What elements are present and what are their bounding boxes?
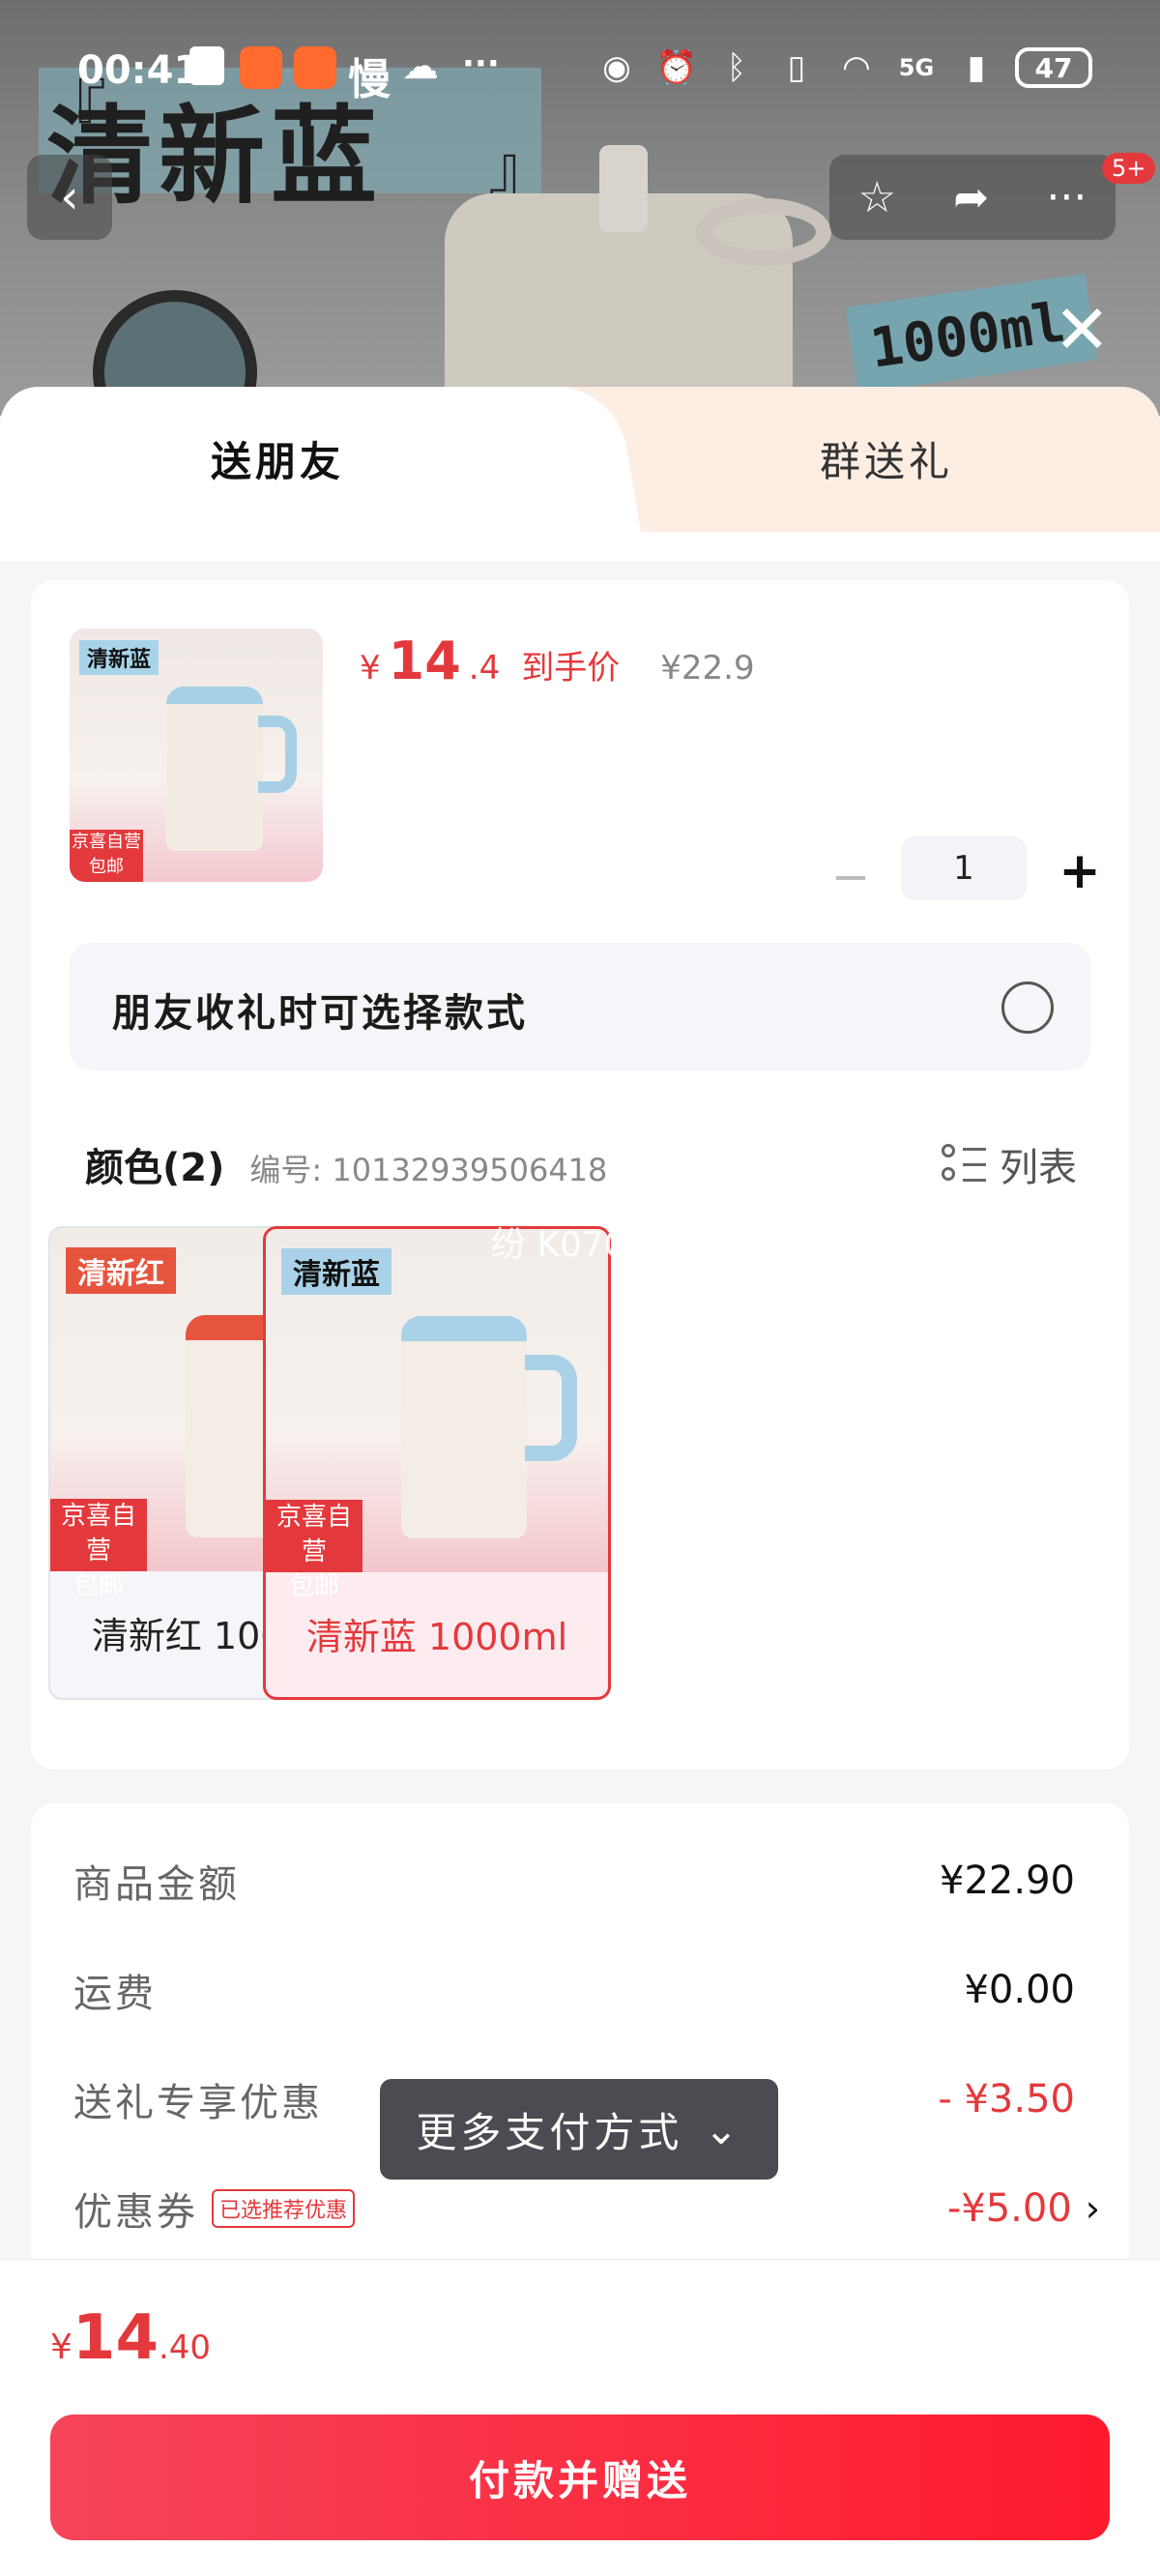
thumb-badge-line2: 包邮 [89,857,124,877]
color-title: 颜色(2) [85,1146,225,1190]
status-time: 00:41 [77,48,201,93]
thumb-badge-line1: 京喜自营 [72,832,141,852]
close-icon[interactable]: ✕ [1054,290,1111,369]
variant-cup [401,1316,527,1538]
thumb-tag: 清新蓝 [79,640,160,675]
list-view-button[interactable]: 列表 [942,1136,1077,1192]
fee-value: ¥0.00 [964,1968,1075,2012]
price-label: 到手价 [521,649,621,688]
total-decimal: .40 [158,2328,212,2367]
back-button[interactable]: ‹ [27,155,112,240]
fee-label: 送礼专享优惠 [73,2081,323,2125]
thumb-cup-image [166,687,263,851]
tab-group-gift[interactable]: 群送礼 [820,429,953,488]
battery-icon: 47 [1015,47,1092,88]
app-notification-icon [240,46,282,89]
quantity-increase-button[interactable]: + [1056,846,1104,897]
vibrate-icon: ▯ [787,48,806,87]
alarm-icon: ⏰ [655,48,698,87]
price-integer: 14 [388,630,461,691]
share-icon[interactable]: ➦ [953,173,989,222]
quantity-decrease-button[interactable]: − [831,854,870,900]
fee-label: 商品金额 [73,1862,240,1907]
wechat-icon: ☁ [402,44,439,87]
fee-label: 运费 [73,1972,157,2016]
variant-option-blue[interactable]: 清新蓝 京喜自营 包邮 清新蓝 1000ml [263,1226,611,1700]
recipient-choose-style-radio[interactable] [1001,981,1054,1034]
variant-cup-handle [525,1355,577,1461]
variant-badge: 京喜自营 包邮 [266,1500,362,1601]
variant-tag: 清新蓝 [281,1248,392,1295]
more-icon[interactable]: ··· [1046,173,1087,222]
coupon-value-group: -¥5.00 › [947,2186,1100,2231]
sheet-divider [0,532,1160,561]
color-section-header: 颜色(2) 编号: 10132939506418 [85,1136,607,1192]
fee-label: 优惠券 已选推荐优惠 [73,2181,356,2237]
fee-value: - ¥3.50 [938,2077,1075,2122]
fee-value: ¥22.90 [940,1859,1075,1903]
variant-badge: 京喜自营 包邮 [50,1499,147,1600]
fee-value: -¥5.00 [946,2186,1072,2231]
product-thumbnail[interactable]: 清新蓝 京喜自营 包邮 [70,629,323,882]
wifi-icon: ◠ [842,48,871,87]
pay-and-send-button[interactable]: 付款并赠送 [50,2415,1110,2540]
variant-overlay-text: 纷 K0700 [491,1225,649,1265]
chevron-right-icon: › [1085,2187,1100,2230]
variant-badge-line1: 京喜自营 [60,1502,136,1566]
more-payment-methods-button[interactable]: 更多支付方式 ⌄ [380,2079,778,2180]
eye-icon: ◉ [602,48,631,87]
list-icon [942,1142,986,1186]
variant-tag: 清新红 [66,1247,176,1294]
more-notifications-icon: ··· [462,44,500,83]
variant-image: 清新蓝 京喜自营 包邮 [266,1229,608,1601]
recipient-choose-style-label: 朋友收礼时可选择款式 [112,991,528,1036]
battery-level: 47 [1034,51,1073,84]
variant-badge-line1: 京喜自营 [276,1503,352,1566]
favorite-star-icon[interactable]: ☆ [858,173,896,222]
variant-name: 清新蓝 1000ml [305,1616,568,1658]
banner-cup-straw [599,145,648,232]
coupon-label: 优惠券 [73,2190,198,2235]
tab-send-friend[interactable]: 送朋友 [211,429,344,488]
price-currency: ¥ [360,649,381,688]
list-label: 列表 [1000,1146,1077,1190]
bottom-bar: ¥ 14 .40 付款并赠送 [0,2259,1160,2576]
more-payment-methods-label: 更多支付方式 [416,2108,683,2156]
slow-mode-icon: 慢 [348,55,391,104]
app-notification-icon-2 [294,46,336,89]
fee-row-coupon[interactable]: 优惠券 已选推荐优惠 -¥5.00 › [73,2180,1100,2238]
thumb-badge: 京喜自营 包邮 [70,830,143,882]
fee-row-shipping: 运费 ¥0.00 [73,1961,1075,2019]
recipient-choose-style-option[interactable]: 朋友收礼时可选择款式 [70,943,1090,1070]
price-line: ¥ 14 .4 到手价 ¥22.9 [360,630,755,691]
status-right-icons: ◉ ⏰ ᛒ ▯ ◠ 5G ▮ 47 [595,46,1092,89]
gift-tabs: 送朋友 群送礼 [0,387,1160,542]
product-code: 编号: 10132939506418 [249,1152,608,1188]
bluetooth-icon: ᛒ [726,48,747,87]
status-bar: 00:41 慢 ☁ ··· ◉ ⏰ ᛒ ▯ ◠ 5G ▮ 47 [0,39,1160,106]
gift-sheet: 送朋友 群送礼 清新蓝 京喜自营 包邮 ¥ 14 .4 到手价 ¥22.9 − … [0,387,1160,2576]
total-currency: ¥ [50,2327,72,2367]
signal-icon: ▮ [967,48,986,87]
network-label: 5G [898,54,935,81]
price-decimal: .4 [468,649,501,688]
original-price: ¥22.9 [660,649,755,688]
message-badge: 5+ [1102,153,1156,184]
chevron-double-down-icon: ⌄ [704,2105,742,2153]
banner-cup-ring [696,198,831,266]
fee-row-goods: 商品金额 ¥22.90 [73,1852,1075,1910]
quantity-input[interactable]: 1 [901,836,1027,900]
total-integer: 14 [72,2302,159,2374]
upload-icon [189,46,224,85]
product-card: 清新蓝 京喜自营 包邮 ¥ 14 .4 到手价 ¥22.9 − 1 + 朋友收礼… [31,580,1129,1770]
total-price: ¥ 14 .40 [50,2302,211,2374]
nav-actions: ☆ ➦ ··· [829,155,1116,240]
thumb-cup-handle [258,716,297,793]
coupon-recommended-chip: 已选推荐优惠 [212,2189,356,2228]
